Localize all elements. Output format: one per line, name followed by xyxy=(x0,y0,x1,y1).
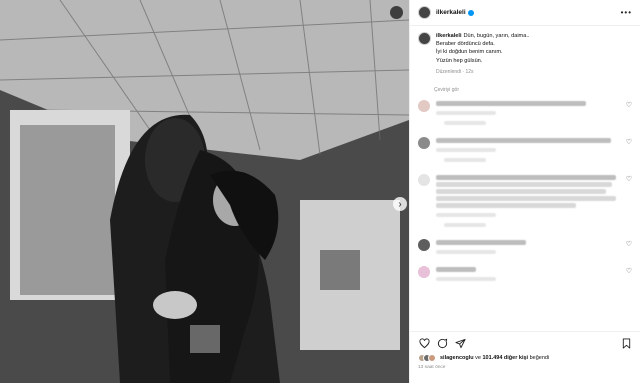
comment-meta-blurred xyxy=(436,110,496,115)
comment-text-blurred xyxy=(436,174,616,180)
comment-body-blurred xyxy=(436,99,622,125)
comment-avatar[interactable] xyxy=(418,136,430,149)
view-replies-blurred[interactable] xyxy=(444,222,486,227)
comment-meta-blurred xyxy=(436,276,496,281)
caption-meta: Düzenlendi · 12s xyxy=(436,68,474,75)
comment-like-icon[interactable]: ♡ xyxy=(626,267,632,275)
comment-item: ♡ xyxy=(418,173,632,227)
comment-meta-blurred xyxy=(436,249,496,254)
save-icon[interactable] xyxy=(620,337,632,349)
comment-meta-blurred xyxy=(436,212,496,217)
verified-badge-icon xyxy=(467,9,474,16)
comment-item: ♡ xyxy=(418,99,632,125)
comment-text-blurred xyxy=(436,239,526,245)
caption-line-3: İyi ki doğdun benim canım. xyxy=(436,49,503,56)
caption-avatar[interactable] xyxy=(418,32,431,45)
comment-like-icon[interactable]: ♡ xyxy=(626,175,632,183)
next-slide-icon[interactable]: › xyxy=(393,197,407,211)
comment-body-blurred xyxy=(436,173,622,227)
share-icon[interactable] xyxy=(454,337,466,349)
caption-line-2: Beraber dördüncü defa. xyxy=(436,41,495,48)
comment-avatar[interactable] xyxy=(418,173,430,186)
comment-text-blurred xyxy=(436,202,576,208)
comment-text-blurred xyxy=(436,181,612,187)
comment-avatar[interactable] xyxy=(418,99,430,112)
avatar[interactable] xyxy=(418,6,431,19)
comment-like-icon[interactable]: ♡ xyxy=(626,138,632,146)
comment-item: ♡ xyxy=(418,136,632,162)
heart-icon[interactable] xyxy=(418,337,430,349)
instagram-post-modal: › ilkerkaleli ••• ilkerkaleli Dün, bugün,… xyxy=(0,0,640,383)
view-replies-blurred[interactable] xyxy=(444,157,486,162)
comment-text-blurred xyxy=(436,100,586,106)
post-header: ilkerkaleli ••• xyxy=(410,0,640,26)
post-sidebar: ilkerkaleli ••• ilkerkaleli Dün, bugün, y… xyxy=(409,0,640,383)
post-timestamp: 13 saat önce xyxy=(418,365,446,370)
comment-text-blurred xyxy=(436,266,476,272)
comments-section: ilkerkaleli Dün, bugün, yarın, daima.. Be… xyxy=(410,26,640,331)
more-horizontal-icon[interactable]: ••• xyxy=(621,8,632,17)
see-translation-link[interactable]: Çeviriyi gör xyxy=(434,87,632,93)
black-and-white-couple-photo xyxy=(0,0,409,383)
action-bar xyxy=(418,336,632,350)
post-footer: silagencoglu ve 101.494 diğer kişi beğen… xyxy=(410,331,640,383)
comment-like-icon[interactable]: ♡ xyxy=(626,240,632,248)
comment-text-blurred xyxy=(436,137,611,143)
likes-connector: ve xyxy=(475,355,481,361)
comment-avatar[interactable] xyxy=(418,238,430,251)
caption-username[interactable]: ilkerkaleli xyxy=(436,33,462,39)
comment-item: ♡ xyxy=(418,265,632,281)
comment-avatar[interactable] xyxy=(418,265,430,278)
comment-meta-blurred xyxy=(436,147,496,152)
comment-body-blurred xyxy=(436,265,622,281)
comment-item: ♡ xyxy=(418,238,632,254)
caption-line-4: Yüzün hep gülsün. xyxy=(436,57,483,64)
caption-line-1: ilkerkaleli Dün, bugün, yarın, daima.. xyxy=(436,32,529,40)
comment-like-icon[interactable]: ♡ xyxy=(626,101,632,109)
post-username[interactable]: ilkerkaleli xyxy=(436,9,466,16)
caption: ilkerkaleli Dün, bugün, yarın, daima.. Be… xyxy=(418,32,632,75)
liker-avatar xyxy=(428,354,436,362)
post-photo[interactable]: › xyxy=(0,0,409,383)
comment-text-blurred xyxy=(436,195,616,201)
comment-text-blurred xyxy=(436,188,606,194)
comment-icon[interactable] xyxy=(436,337,448,349)
mute-icon[interactable] xyxy=(390,6,403,19)
comment-body-blurred xyxy=(436,136,622,162)
likes-summary: silagencoglu ve 101.494 diğer kişi beğen… xyxy=(418,354,632,362)
comment-body-blurred xyxy=(436,238,622,254)
caption-text-1: Dün, bugün, yarın, daima.. xyxy=(463,33,530,39)
likes-count[interactable]: 101.494 diğer kişi xyxy=(483,355,529,361)
liker-username[interactable]: silagencoglu xyxy=(440,355,474,361)
view-replies-blurred[interactable] xyxy=(444,120,486,125)
likes-suffix: beğendi xyxy=(529,355,550,361)
